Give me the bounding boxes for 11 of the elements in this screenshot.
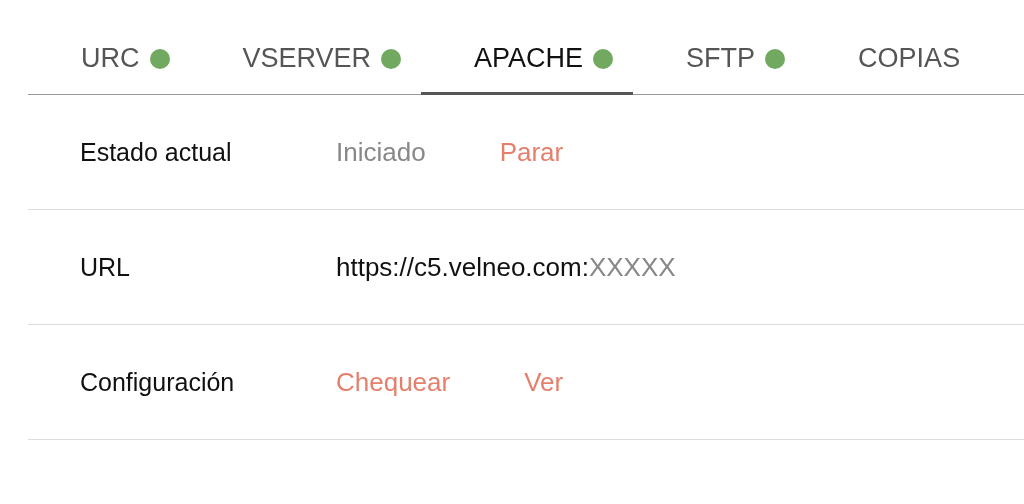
row-label: URL (79, 252, 131, 282)
tab[interactable]: VSERVER (189, 33, 422, 95)
tab[interactable]: APACHE (421, 33, 634, 95)
tab[interactable]: COPIAS (805, 33, 981, 95)
row-label: Estado actual (79, 137, 233, 167)
value-text: https://c5.velneo.com: (336, 251, 589, 283)
status-text: Iniciado (336, 136, 426, 168)
tab[interactable]: SFTP (633, 33, 806, 95)
status-text: XXXXX (588, 251, 676, 283)
tab[interactable]: URC (28, 33, 190, 95)
row-label: Configuración (79, 367, 236, 397)
